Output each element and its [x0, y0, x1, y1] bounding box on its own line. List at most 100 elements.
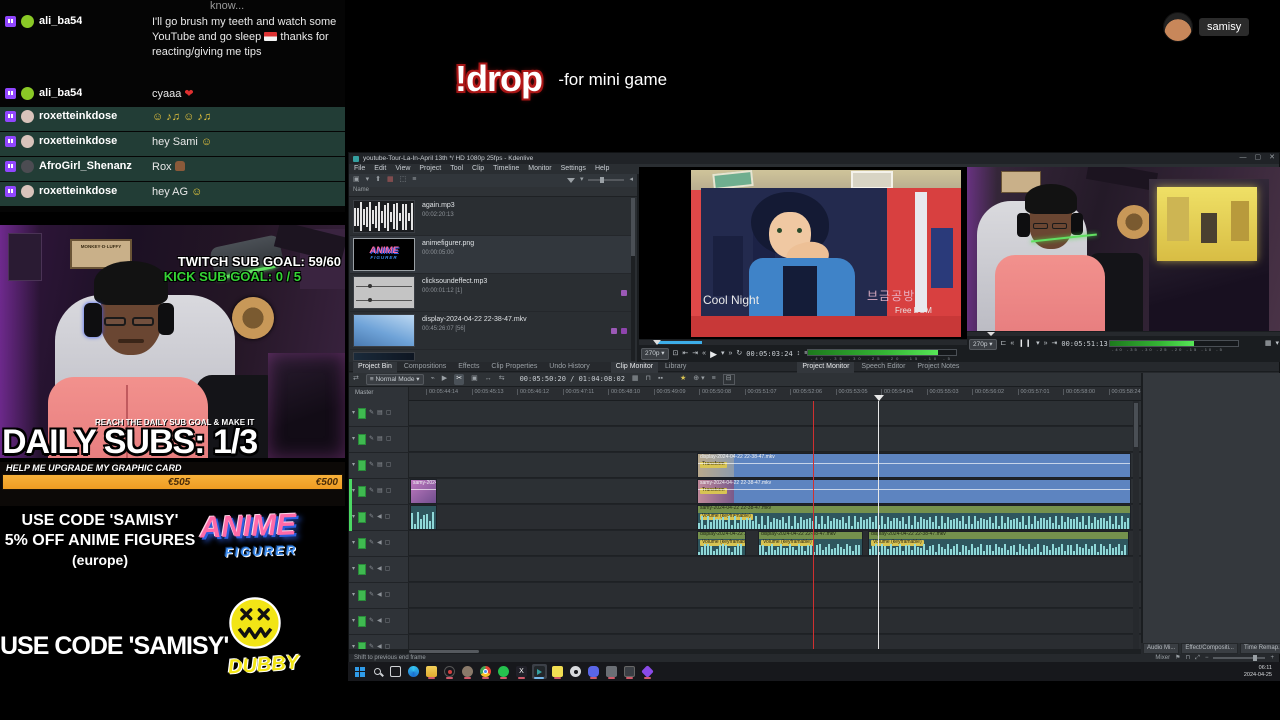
fullscreen-icon[interactable]: ⊡ [673, 350, 679, 358]
snap-icon[interactable]: ⊓ [646, 375, 651, 383]
loop-icon[interactable]: ↻ [736, 350, 742, 358]
edit-mode-dropdown[interactable]: ≡ Normal Mode ▾ [365, 373, 424, 386]
obs-icon[interactable] [442, 664, 457, 679]
chevron-down-icon[interactable]: ▾ [352, 436, 355, 443]
menu-timeline[interactable]: Timeline [493, 165, 519, 173]
chevron-down-icon[interactable]: ▾ [352, 618, 355, 625]
menu-icon[interactable]: ≡ [412, 176, 416, 184]
menu-file[interactable]: File [354, 165, 365, 173]
spinner-icon[interactable]: ↕ [797, 350, 801, 358]
track-v3[interactable]: ▾ ✎ ▤ ▢ [349, 427, 1141, 452]
video-track-icon[interactable]: ▤ [377, 488, 383, 495]
gimp-icon[interactable] [460, 664, 475, 679]
start-button[interactable] [352, 664, 367, 679]
pencil-icon[interactable]: ✎ [369, 566, 374, 573]
rewind-icon[interactable]: « [702, 350, 706, 358]
track-active-indicator[interactable] [358, 590, 367, 601]
pause-icon[interactable]: ❙❙ [1018, 340, 1032, 348]
clip-monitor-screen[interactable]: Cool Night 브금공방 Free BGM [639, 167, 967, 339]
track-a3[interactable]: ▾ ✎ ◀ ▢ [349, 557, 1141, 582]
filter-icon[interactable] [566, 177, 575, 183]
lock-icon[interactable]: ▢ [386, 488, 392, 495]
bin-item-partial[interactable] [350, 350, 633, 361]
timeline-clip-audio-a1[interactable]: samy-2024-04-22 22-38-47.mkv Volume (key… [697, 505, 1131, 530]
bin-item-display-mkv[interactable]: display-2024-04-22 22-38-47.mkv 00:45:26… [350, 312, 633, 350]
pencil-icon[interactable]: ✎ [369, 462, 374, 469]
timeline-vscrollbar[interactable] [1133, 401, 1139, 649]
settings-gear-icon[interactable] [568, 664, 583, 679]
lock-icon[interactable]: ▢ [386, 436, 392, 443]
track-header[interactable]: ▾ ✎ ▤ ▢ [349, 453, 409, 478]
menu-project[interactable]: Project [419, 165, 441, 173]
speaker-icon[interactable]: ◀ [377, 540, 382, 547]
zone-out-icon[interactable]: ⇥ [692, 350, 698, 358]
lock-icon[interactable]: ▢ [385, 618, 391, 625]
pencil-icon[interactable]: ✎ [369, 436, 374, 443]
timeline-options-icon[interactable]: ⇄ [353, 375, 359, 383]
pencil-icon[interactable]: ✎ [369, 488, 374, 495]
track-active-indicator[interactable] [358, 642, 367, 649]
timeline-timecode[interactable]: 00:05:50:20 / 01:04:08:02 [520, 375, 625, 383]
end-icon[interactable]: ⇥ [1051, 340, 1057, 348]
timeline-tracks-area[interactable]: ▾ ✎ ▤ ▢ ▾ ✎ ▤ ▢ ▾ ✎ ▤ ▢ ▾ ✎ ▤ ▢ ▾ ✎ ◀ ▢ ▾ ✎ ◀ ▢ ▾ ✎ ◀ ▢ ▾ ✎ ◀ ▢ ▾ ✎ ◀ ▢ ▾ ✎ ◀ ▢… [349, 401, 1141, 649]
flag-icon[interactable]: ⚑ [1175, 655, 1180, 662]
track-active-indicator[interactable] [358, 486, 367, 497]
taskbar-clock[interactable]: 06:11 2024-04-25 [1244, 665, 1272, 678]
edge-icon[interactable] [406, 664, 421, 679]
thumbnails-icon[interactable]: ▦ [632, 375, 639, 383]
menu-edit[interactable]: Edit [374, 165, 386, 173]
speaker-icon[interactable]: ◀ [377, 618, 382, 625]
track-header[interactable]: ▾ ✎ ▤ ▢ [349, 479, 409, 504]
up-icon[interactable]: ⬆ [375, 176, 381, 184]
zone-in-icon[interactable]: ⇤ [682, 350, 688, 358]
timeline-clip-audio-small[interactable] [410, 505, 437, 530]
package-app-icon[interactable] [622, 664, 637, 679]
pencil-icon[interactable]: ✎ [369, 618, 374, 625]
bin-item-clicksoundeffect-mp3[interactable]: clicksoundeffect.mp3 00:00:01:12 [1] [350, 274, 633, 312]
video-track-icon[interactable]: ▤ [377, 410, 383, 417]
timeline-clip-audio-a2-3[interactable]: display-2024-04-22 22-38-47.mkv Volume (… [868, 531, 1129, 556]
track-header[interactable]: ▾ ✎ ◀ ▢ [349, 635, 409, 649]
task-view-icon[interactable] [388, 664, 403, 679]
play-icon[interactable]: ▶ [710, 349, 717, 359]
effect-chip[interactable]: Transform [700, 487, 727, 494]
snap-icon[interactable]: ⊓ [1185, 655, 1190, 662]
select-tool-icon[interactable]: ▶ [442, 375, 447, 383]
app-x-icon[interactable]: X [514, 664, 529, 679]
camera-app-icon[interactable] [604, 664, 619, 679]
track-a4[interactable]: ▾ ✎ ◀ ▢ [349, 583, 1141, 608]
track-header[interactable]: ▾ ✎ ◀ ▢ [349, 557, 409, 582]
bin-item-animefigurer-png[interactable]: ANIME FIGURER animefigurer.png 00:00:05:… [350, 236, 633, 274]
track-active-indicator[interactable] [358, 616, 367, 627]
chevron-down-icon[interactable]: ▾ [1036, 340, 1040, 348]
bin-scrollbar[interactable] [631, 198, 635, 361]
video-track-icon[interactable]: ▤ [377, 436, 383, 443]
menu-monitor[interactable]: Monitor [528, 165, 551, 173]
slip-tool-icon[interactable]: ↔ [485, 375, 492, 383]
kdenlive-taskbar-icon[interactable] [532, 664, 547, 679]
ripple-tool-icon[interactable]: ⇆ [499, 375, 505, 383]
timeline-clip-video-v1[interactable]: samy-2024-04-22 22-38-47.mkv Transform [697, 479, 1131, 504]
track-active-indicator[interactable] [358, 460, 367, 471]
menu-help[interactable]: Help [595, 165, 609, 173]
video-track-icon[interactable]: ▤ [377, 462, 383, 469]
speaker-icon[interactable]: ◀ [377, 514, 382, 521]
clip-monitor-zone-bar[interactable] [639, 340, 967, 345]
chevron-down-icon[interactable]: ▾ [352, 462, 355, 469]
menu-clip[interactable]: Clip [472, 165, 484, 173]
menu-view[interactable]: View [395, 165, 410, 173]
speaker-icon[interactable]: ◀ [377, 592, 382, 599]
chevron-down-icon[interactable]: ▾ [352, 410, 355, 417]
spotify-icon[interactable] [496, 664, 511, 679]
track-header[interactable]: ▾ ✎ ▤ ▢ [349, 427, 409, 452]
lock-icon[interactable]: ▢ [386, 462, 392, 469]
timeline-clip-audio-a2-2[interactable]: display-2024-04-22 22-38-47.mkv Volume (… [758, 531, 863, 556]
chevron-down-icon[interactable]: ▾ [366, 176, 370, 184]
zoom-out-icon[interactable]: ▪▪ [658, 375, 663, 383]
track-header[interactable]: ▾ ✎ ◀ ▢ [349, 531, 409, 556]
track-header[interactable]: ▾ ✎ ▤ ▢ [349, 401, 409, 426]
search-icon[interactable] [370, 664, 385, 679]
chevron-down-icon[interactable]: ▾ [1275, 340, 1279, 348]
zoom-in-icon[interactable]: + [1270, 655, 1274, 662]
timeline-clip-video-small[interactable]: samy-2024-0 [410, 479, 437, 504]
